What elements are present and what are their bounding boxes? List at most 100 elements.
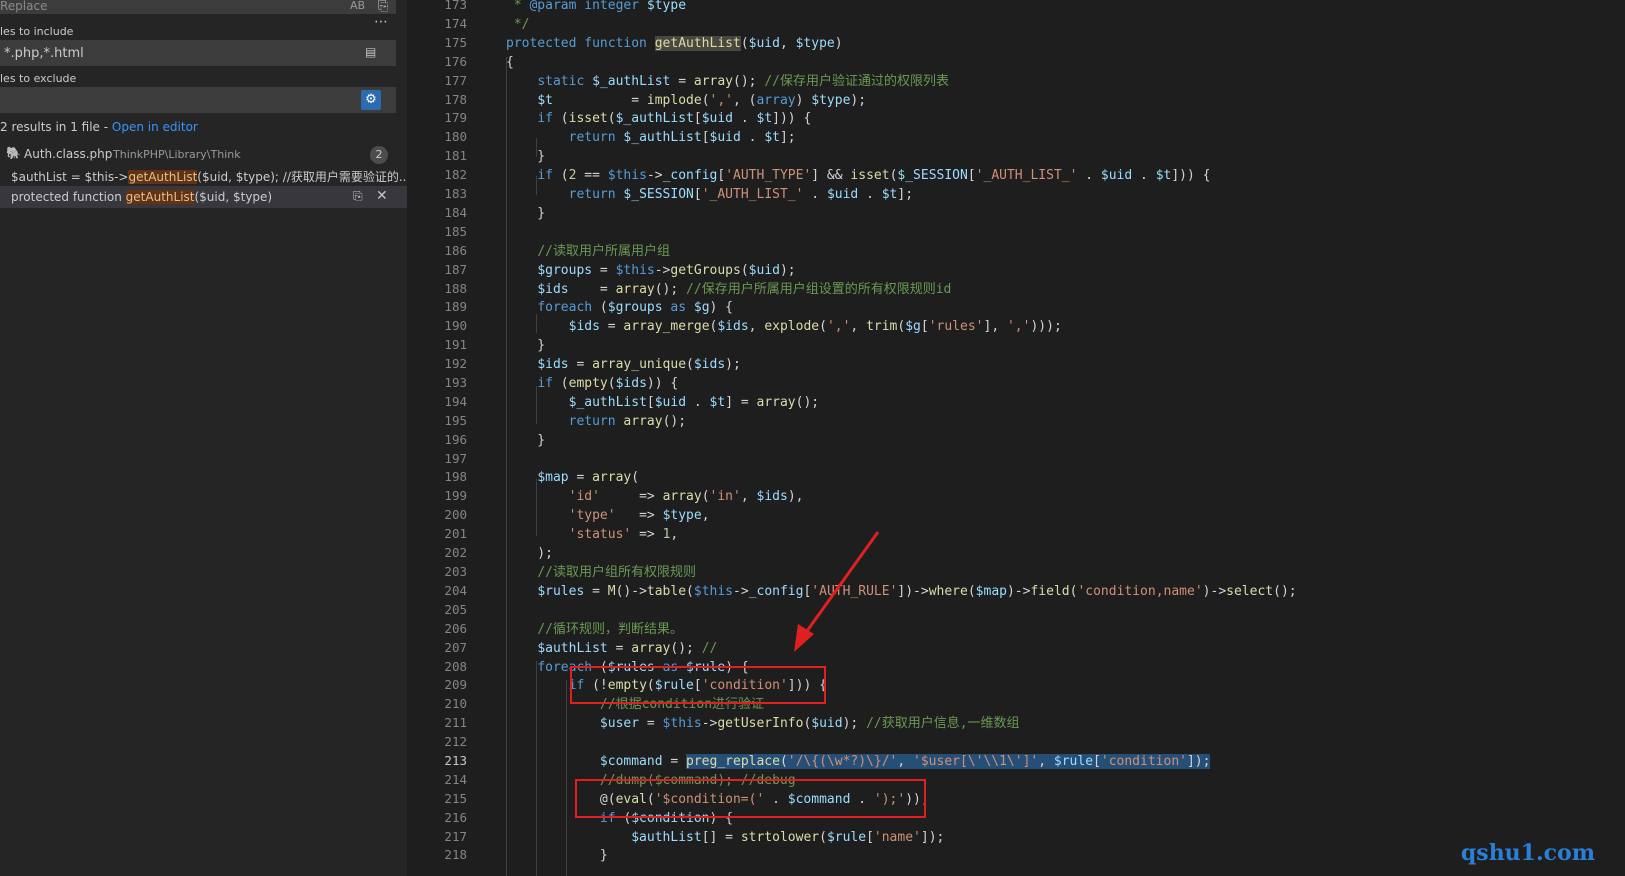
- code-line[interactable]: return $_authList[$uid . $t];: [506, 128, 796, 147]
- code-line[interactable]: $t = implode(',', (array) $type);: [506, 91, 866, 110]
- result-match-row-selected[interactable]: protected function getAuthList($uid, $ty…: [0, 186, 407, 208]
- code-line[interactable]: $authList[] = strtolower($rule['name']);: [506, 828, 944, 847]
- code-line[interactable]: $ids = array_merge($ids, explode(',', tr…: [506, 317, 1062, 336]
- code-line[interactable]: $authList = array(); //: [506, 639, 717, 658]
- line-number: 215: [444, 791, 467, 806]
- code-token: ,: [748, 319, 765, 334]
- code-line[interactable]: foreach ($groups as $g) {: [506, 298, 733, 317]
- code-token: _config: [662, 168, 718, 183]
- code-token: =: [584, 584, 608, 599]
- code-token: ->: [646, 168, 663, 183]
- code-line[interactable]: return $_SESSION['_AUTH_LIST_' . $uid . …: [506, 185, 913, 204]
- code-token: $t: [756, 111, 773, 126]
- code-line[interactable]: $groups = $this->getGroups($uid);: [506, 261, 795, 280]
- replace-match-icon[interactable]: ⎘: [353, 189, 363, 204]
- code-line[interactable]: * @param integer $type: [506, 0, 686, 15]
- exclude-settings-gear-icon[interactable]: ⚙: [361, 90, 381, 110]
- line-number: 197: [444, 451, 467, 466]
- more-icon[interactable]: ⋯: [374, 14, 388, 30]
- code-line[interactable]: $ids = array_unique($ids);: [506, 355, 741, 374]
- code-token: $rule: [1053, 754, 1094, 769]
- files-exclude-input[interactable]: [0, 87, 358, 113]
- code-token: (: [701, 489, 710, 504]
- book-icon[interactable]: ▤: [365, 45, 376, 59]
- code-editor[interactable]: 173 174 175 176 177 178 179 180 181 182 183 184 185 1…: [407, 0, 1625, 876]
- files-include-field[interactable]: ▤: [0, 40, 396, 66]
- code-line[interactable]: if (2 == $this->_config['AUTH_TYPE'] && …: [506, 166, 1210, 185]
- files-include-input[interactable]: [0, 40, 358, 66]
- replace-field[interactable]: Replace AB: [0, 0, 396, 14]
- code-token: .: [803, 187, 827, 202]
- code-token: (: [740, 36, 749, 51]
- match-text: $authList = $this->getAuthList($uid, $ty…: [11, 170, 407, 184]
- code-token: =: [662, 754, 687, 769]
- code-line[interactable]: }: [506, 431, 545, 450]
- code-token: array: [615, 282, 655, 297]
- code-token: ,: [897, 754, 914, 769]
- code-token: $uid: [826, 187, 859, 202]
- line-number: 199: [444, 488, 467, 503]
- code-line[interactable]: return array();: [506, 412, 686, 431]
- code-line[interactable]: //循环规则，判断结果。: [506, 620, 683, 639]
- annotation-box-eval: [575, 779, 926, 818]
- code-line[interactable]: $map = array(: [506, 468, 639, 487]
- line-number: 202: [444, 545, 467, 560]
- code-line[interactable]: */: [506, 15, 530, 34]
- code-token: , (: [733, 93, 757, 108]
- line-number: 214: [444, 772, 467, 787]
- code-line[interactable]: }: [506, 147, 545, 166]
- code-token: //保存用户所属用户组设置的所有权限规则id: [686, 282, 952, 297]
- code-line[interactable]: }: [506, 846, 608, 865]
- code-token: $uid: [709, 130, 741, 145]
- code-token: if: [537, 376, 553, 391]
- code-line[interactable]: $rules = M()->table($this->_config['AUTH…: [506, 582, 1296, 601]
- code-line[interactable]: static $_authList = array(); //保存用户验证通过的…: [506, 72, 949, 91]
- code-token: ): [834, 36, 843, 51]
- code-line[interactable]: if (empty($ids)) {: [506, 374, 678, 393]
- code-token: =: [607, 641, 632, 656]
- code-line[interactable]: {: [506, 53, 514, 72]
- result-match-row[interactable]: $authList = $this->getAuthList($uid, $ty…: [0, 165, 407, 186]
- code-token: ()->: [615, 584, 647, 599]
- code-token: }: [506, 206, 546, 221]
- line-number: 192: [444, 356, 467, 371]
- code-line[interactable]: $user = $this->getUserInfo($uid); //获取用户…: [506, 714, 1020, 733]
- code-token: ->: [701, 716, 718, 731]
- line-number: 179: [444, 110, 467, 125]
- code-token: [: [967, 168, 976, 183]
- code-token: $map: [975, 584, 1007, 599]
- code-line[interactable]: );: [506, 544, 553, 563]
- code-line[interactable]: $command = preg_replace('/\{(\w*?)\}/', …: [506, 752, 1211, 771]
- dismiss-close-icon[interactable]: ✕: [376, 188, 388, 204]
- code-token: ->: [733, 584, 749, 599]
- code-line[interactable]: if (isset($_authList[$uid . $t])) {: [506, 109, 811, 128]
- result-file-row[interactable]: 🐘 Auth.class.php ThinkPHP\Library\Think …: [0, 144, 407, 165]
- code-line[interactable]: $ids = array(); //保存用户所属用户组设置的所有权限规则id: [506, 280, 951, 299]
- code-token: static: [537, 74, 593, 89]
- line-number: 218: [444, 847, 467, 862]
- code-token: 'condition,name': [1077, 584, 1203, 599]
- code-line[interactable]: 'id' => array('in', $ids),: [506, 487, 804, 506]
- code-token: [: [701, 130, 710, 145]
- replace-all-icon[interactable]: ⎘: [378, 0, 388, 14]
- code-line[interactable]: //读取用户所属用户组: [506, 242, 670, 261]
- files-exclude-field[interactable]: ⚙: [0, 87, 396, 113]
- open-in-editor-link[interactable]: Open in editor: [112, 120, 198, 134]
- preserve-case-toggle[interactable]: AB: [350, 0, 365, 12]
- results-count-text: 2 results in 1 file -: [0, 120, 112, 134]
- code-token: $this: [615, 263, 655, 278]
- code-token: .: [1132, 168, 1156, 183]
- code-line[interactable]: }: [506, 204, 545, 223]
- line-number: 206: [444, 621, 467, 636]
- match-text: protected function getAuthList($uid, $ty…: [11, 190, 273, 204]
- line-number: 175: [444, 35, 467, 50]
- code-line[interactable]: $_authList[$uid . $t] = array();: [506, 393, 820, 412]
- code-line[interactable]: }: [506, 336, 545, 355]
- code-token: $user: [599, 716, 640, 731]
- code-line[interactable]: //读取用户组所有权限规则: [506, 563, 696, 582]
- code-line[interactable]: 'status' => 1,: [506, 525, 679, 544]
- code-token: return: [568, 414, 624, 429]
- code-line[interactable]: protected function getAuthList($uid, $ty…: [506, 34, 843, 53]
